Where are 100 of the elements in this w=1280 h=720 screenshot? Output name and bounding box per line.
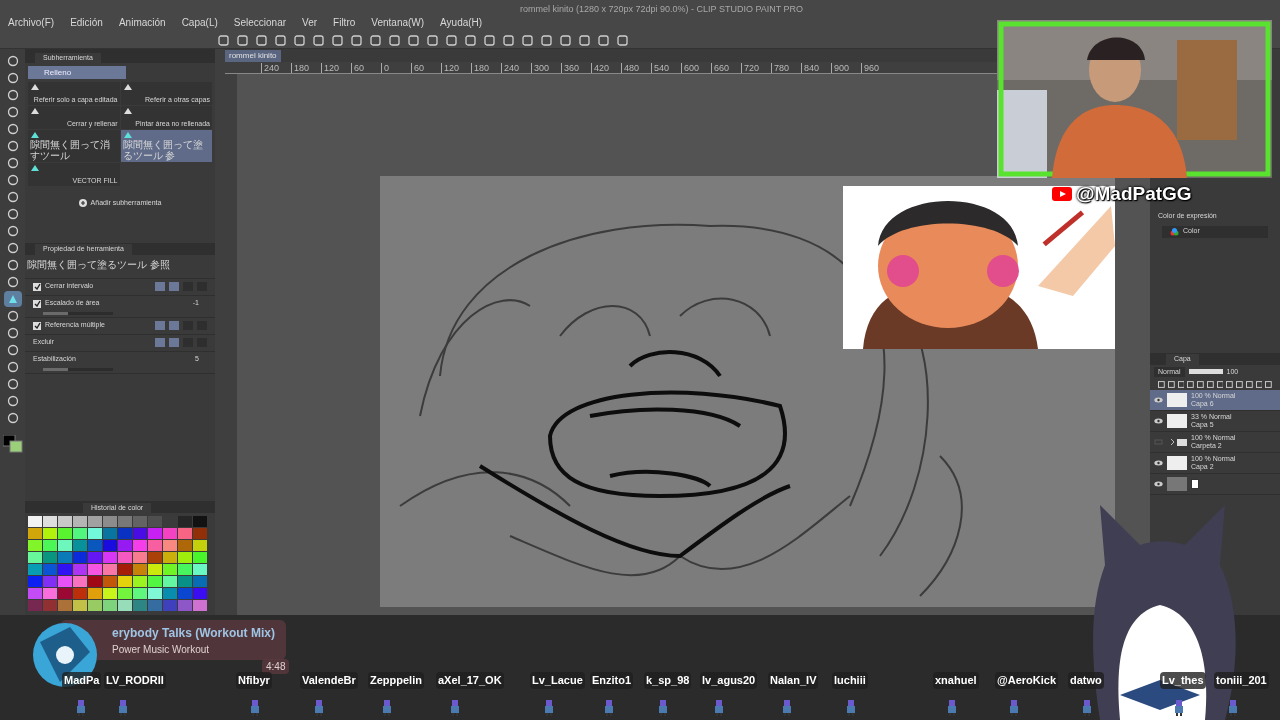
opacity-slider[interactable] [1188,369,1223,375]
ruler-label: 180 [471,62,501,73]
ruler-label: 0 [381,62,411,73]
scroll-bar[interactable] [215,49,225,615]
tool-icon [6,412,19,424]
subtool-item[interactable]: 隙間無く囲って消すツール [28,130,120,162]
menu-item[interactable]: Filtro [333,14,356,30]
menu-item[interactable]: Ventana(W) [371,14,425,30]
tool-icon [6,191,19,203]
tool-icon [6,378,19,390]
viewer-name: @AeroKick [995,672,1059,689]
ruler-label: 840 [801,62,831,73]
viewer-name: Zepppelin [368,672,424,689]
ruler-label: 120 [441,62,471,73]
avatar-sprite-icon [947,700,957,716]
tool-icon [6,89,19,101]
toolbar-icon [313,34,324,46]
tool-icon [6,174,19,186]
toolbar-icon [332,34,343,46]
menu-item[interactable]: Ver [302,14,318,30]
avatar-sprite-icon [782,700,792,716]
tool-icon [6,259,19,271]
ruler-label: 660 [711,62,741,73]
viewer-name: lv_agus20 [700,672,758,689]
song-time: 4:48 [262,659,290,674]
document-tab[interactable]: rommel kinito [225,50,281,62]
ruler-label: 60 [351,62,381,73]
ruler-label: 600 [681,62,711,73]
avatar-sprite-icon [1228,700,1238,716]
ruler-label: 900 [831,62,861,73]
toolbar-icon [389,34,400,46]
avatar-sprite-icon [76,700,86,716]
tool-button[interactable] [3,291,22,307]
avatar-sprite-icon [314,700,324,716]
toolbar-icon [484,34,495,46]
slider-track[interactable] [43,367,113,371]
avatar-sprite-icon [1009,700,1019,716]
ruler-label: 120 [321,62,351,73]
tool-icon [6,55,19,67]
menu-item[interactable]: Edición [70,14,103,30]
ruler-label: 540 [651,62,681,73]
tool-icon [6,344,19,356]
tool-icon [6,242,19,254]
toolbar-icon [237,34,248,46]
layer-row[interactable] [1150,474,1280,495]
layer-thumbnail-icon [1167,393,1187,407]
toolbar-icon [465,34,476,46]
toolbar-icon [218,34,229,46]
checkbox[interactable] [33,282,41,291]
menu-item[interactable]: Ayuda(H) [440,14,483,30]
viewer-name: xnahuel [933,672,979,689]
viewer-name: k_sp_98 [644,672,692,689]
avatar-sprite-icon [846,700,856,716]
toolbar-icon [446,34,457,46]
toolbar-icon [522,34,533,46]
viewer-name: luchiii [832,672,868,689]
tool-icon [6,225,19,237]
tool-icon [6,72,19,84]
tool-icon [6,395,19,407]
tool-icon [6,361,19,373]
menu-item[interactable]: Animación [118,14,166,30]
tool-icon [6,310,19,322]
menu-item[interactable]: Seleccionar [233,14,287,30]
menu-item[interactable]: Capa(L) [181,14,218,30]
tool-icon [6,106,19,118]
window-title: rommel kinito (1280 x 720px 72dpi 90.0%) - CLIP STUDIO PAINT PRO [520,3,804,16]
checkbox[interactable] [33,299,41,308]
menu-item[interactable]: Archivo(F) [8,14,55,30]
subtool-label: 隙間無く囲って消すツール [30,139,111,161]
slider-track[interactable] [43,311,113,315]
viewer-name: datwo [1068,672,1104,689]
toolbar-icon [541,34,552,46]
avatar-sprite-icon [450,700,460,716]
toolbar-icon [256,34,267,46]
tool-icon [6,123,19,135]
song-title: erybody Talks (Workout Mix) [112,625,276,642]
subtool-item[interactable]: 隙間無く囲って塗るツール 参 [120,130,212,162]
viewer-name: Nfibyr [236,672,272,689]
toolbar-icon [294,34,305,46]
avatar-sprite-icon [118,700,128,716]
avatar-sprite-icon [604,700,614,716]
ruler-label: 780 [771,62,801,73]
viewer-name: ValendeBr [300,672,358,689]
toolbar-icon [370,34,381,46]
add-icon [78,199,87,208]
subtool-group-tab[interactable]: Relleno [28,66,126,79]
album-art-icon [30,622,100,688]
viewer-name: toniii_201 [1214,672,1269,689]
viewer-name: aXel_17_OK [436,672,504,689]
ruler-label: 240 [501,62,531,73]
toolbar-icon [617,34,628,46]
avatar-sprite-icon [382,700,392,716]
checkbox[interactable] [33,321,41,330]
viewer-name: LV_RODRII [104,672,166,689]
play-icon [1052,187,1072,202]
layer-thumbnail-icon [1167,477,1187,491]
layer-thumbnail-icon [1167,414,1187,428]
toolbar-icon [503,34,514,46]
viewer-name: Enzito1 [590,672,634,689]
avatar-sprite-icon [714,700,724,716]
